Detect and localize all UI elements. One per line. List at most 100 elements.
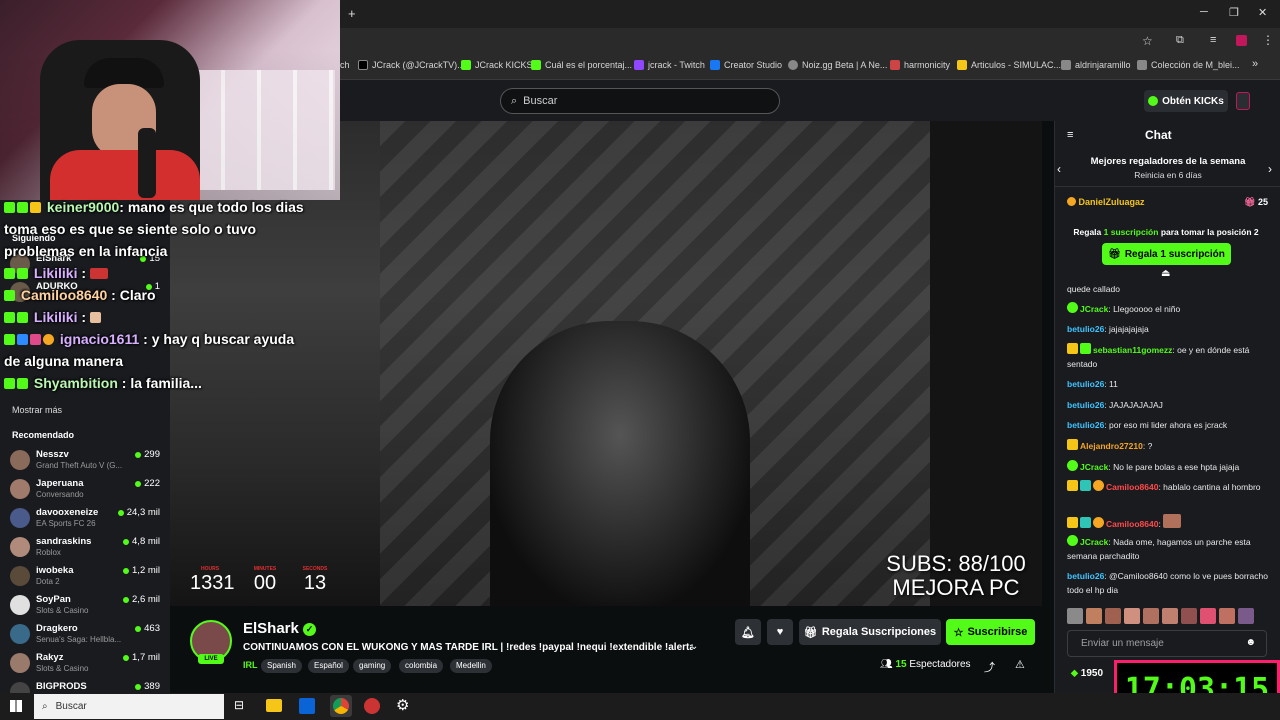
new-tab-button[interactable]: + xyxy=(348,6,356,21)
obs-icon[interactable] xyxy=(364,698,380,714)
outlook-icon[interactable] xyxy=(299,698,315,714)
avatar xyxy=(10,537,30,557)
overlay-chat-line: Likiliki : xyxy=(4,306,304,328)
avatar xyxy=(10,450,30,470)
report-icon[interactable]: ⚠ xyxy=(1015,658,1025,671)
kick-coin-icon xyxy=(1148,96,1159,106)
red-shirt xyxy=(50,150,200,200)
show-more-link[interactable]: Mostrar más xyxy=(12,405,62,415)
get-kicks-button[interactable]: Obtén KICKs xyxy=(1144,90,1228,112)
chat-input[interactable]: Enviar un mensaje ☻ xyxy=(1067,630,1267,657)
viewers-icon: 👥︎ xyxy=(880,659,893,670)
microphone xyxy=(138,128,156,198)
top-gifter[interactable]: DanielZuluagaz xyxy=(1067,197,1145,207)
channel-name[interactable]: ElShark ✓ xyxy=(243,620,317,637)
chevron-down-icon[interactable]: ⌄ xyxy=(690,641,698,652)
taskbar-search[interactable]: ⌕ Buscar xyxy=(34,694,224,719)
media-icon[interactable]: ≡ xyxy=(1210,34,1216,46)
top-gifter-count: 🎁︎ 25 xyxy=(1244,197,1268,207)
menu-icon[interactable]: ⋮ xyxy=(1262,33,1274,47)
bookmark-item[interactable]: ch xyxy=(340,60,350,70)
profile-icon[interactable] xyxy=(1236,35,1247,46)
bookmark-item[interactable]: JCrack (@JCrackTV)... xyxy=(358,60,465,70)
avatar xyxy=(10,566,30,586)
bookmarks-overflow-button[interactable]: » xyxy=(1252,58,1258,70)
gift-subs-button[interactable]: 🎁︎ Regala Suscripciones xyxy=(799,619,941,645)
settings-icon[interactable]: ⚙ xyxy=(396,696,409,714)
timer-seconds: SECONDS 13 xyxy=(302,566,328,594)
gift-icon: 🎁︎ xyxy=(1108,248,1121,260)
follow-heart-button[interactable]: ♥ xyxy=(767,619,793,645)
task-view-icon[interactable]: ⊟ xyxy=(234,698,244,712)
tag[interactable]: Medellin xyxy=(450,659,492,673)
recommended-heading: Recomendado xyxy=(12,430,75,440)
chat-message: JCrack: No le pare bolas a ese hpta jaja… xyxy=(1067,460,1272,474)
search-input[interactable]: ⌕ Buscar xyxy=(500,88,780,114)
gift-prompt: Regala 1 suscripción para tomar la posic… xyxy=(1073,227,1259,237)
chrome-icon[interactable] xyxy=(333,698,349,714)
channel-points[interactable]: ⬥ 1950 xyxy=(1071,668,1103,679)
avatar xyxy=(10,595,30,615)
chat-message: JCrack: Nada ome, hagamos un parche esta… xyxy=(1067,535,1251,561)
bookmark-item[interactable]: Articulos - SIMULAC... xyxy=(957,60,1061,70)
emote-bar[interactable] xyxy=(1067,608,1263,624)
overlay-chat-line: Shyambition : la familia... xyxy=(4,372,304,394)
windows-start-icon[interactable] xyxy=(10,700,22,712)
overlay-chat-line: ignacio1611 : y hay q buscar ayuda de al… xyxy=(4,331,295,369)
emoji-icon[interactable]: ☻ xyxy=(1245,637,1256,648)
sidebar-item-recommended[interactable]: iwobeka Dota 2 1,2 mil xyxy=(10,563,160,591)
bookmark-item[interactable]: jcrack - Twitch xyxy=(634,60,705,70)
file-explorer-icon[interactable] xyxy=(266,699,282,712)
bookmark-item[interactable]: Noiz.gg Beta | A Ne... xyxy=(788,60,887,70)
tag[interactable]: Español xyxy=(308,659,349,673)
sidebar-item-recommended[interactable]: SoyPan Slots & Casino 2,6 mil xyxy=(10,592,160,620)
subscribe-button[interactable]: ☆ Suscribirse xyxy=(946,619,1035,645)
sidebar-item-recommended[interactable]: Rakyz Slots & Casino 1,7 mil xyxy=(10,650,160,678)
category-link[interactable]: IRL xyxy=(243,660,258,670)
emote-icon xyxy=(1200,608,1216,624)
avatar xyxy=(10,479,30,499)
emote-icon xyxy=(1124,608,1140,624)
share-icon[interactable]: ⤴ xyxy=(984,659,995,675)
sidebar-item-recommended[interactable]: Dragkero Senua's Saga: Hellbla... 463 xyxy=(10,621,160,649)
leaderboard-reset: Reinicia en 6 días xyxy=(1134,170,1202,180)
bookmark-item[interactable]: Cuál es el porcentaj... xyxy=(531,60,632,70)
bookmark-item[interactable]: harmonicity xyxy=(890,60,950,70)
chat-message: quede callado xyxy=(1067,284,1120,294)
close-icon[interactable]: ✕ xyxy=(1258,6,1267,19)
gift-icon: 🎁︎ xyxy=(803,626,818,639)
bookmark-item[interactable]: Colección de M_blei... xyxy=(1137,60,1240,70)
emote-icon xyxy=(1219,608,1235,624)
sidebar-item-recommended[interactable]: davooxeneize EA Sports FC 26 24,3 mil xyxy=(10,505,160,533)
tag[interactable]: gaming xyxy=(353,659,392,673)
extensions-icon[interactable]: ⧉ xyxy=(1176,34,1184,47)
restore-icon[interactable]: ❐ xyxy=(1229,6,1239,19)
user-avatar[interactable] xyxy=(1236,92,1250,110)
avatar xyxy=(10,508,30,528)
sidebar-item-recommended[interactable]: Nesszv Grand Theft Auto V (G... 299 xyxy=(10,447,160,475)
leaderboard-title: Mejores regaladores de la semana xyxy=(1090,156,1246,167)
gift-one-sub-button[interactable]: 🎁︎ Regala 1 suscripción xyxy=(1102,243,1231,265)
bookmark-item[interactable]: aldrinjaramillo xyxy=(1061,60,1131,70)
chat-message: betulio26: @Camiloo8640 como lo ve pues … xyxy=(1067,571,1268,595)
tag[interactable]: colombia xyxy=(399,659,444,673)
minimize-icon[interactable]: ─ xyxy=(1200,6,1208,18)
chevron-left-icon[interactable]: ‹ xyxy=(1057,162,1061,176)
bookmark-item[interactable]: JCrack KICKS xyxy=(461,60,533,70)
bookmark-item[interactable]: Creator Studio xyxy=(710,60,782,70)
live-badge: LIVE xyxy=(198,654,224,664)
tag[interactable]: Spanish xyxy=(261,659,302,673)
sidebar-item-recommended[interactable]: Japeruana Conversando 222 xyxy=(10,476,160,504)
star-icon[interactable]: ☆ xyxy=(1142,34,1153,48)
emote-icon xyxy=(1181,608,1197,624)
emote-icon xyxy=(1067,608,1083,624)
notification-bell-button[interactable]: 🔔︎ xyxy=(735,619,761,645)
sidebar-item-recommended[interactable]: sandraskins Roblox 4,8 mil xyxy=(10,534,160,562)
eject-icon[interactable]: ⏏ xyxy=(1161,268,1170,279)
chevron-right-icon[interactable]: › xyxy=(1268,162,1272,176)
overlay-chat-line: Camiloo8640 : Claro xyxy=(4,284,304,306)
doorway xyxy=(930,121,1042,606)
search-placeholder: Buscar xyxy=(523,95,558,107)
collapse-chat-icon[interactable]: ≡ xyxy=(1067,129,1073,141)
chat-message: Camiloo8640: hablalo cantina al hombro xyxy=(1067,480,1272,494)
